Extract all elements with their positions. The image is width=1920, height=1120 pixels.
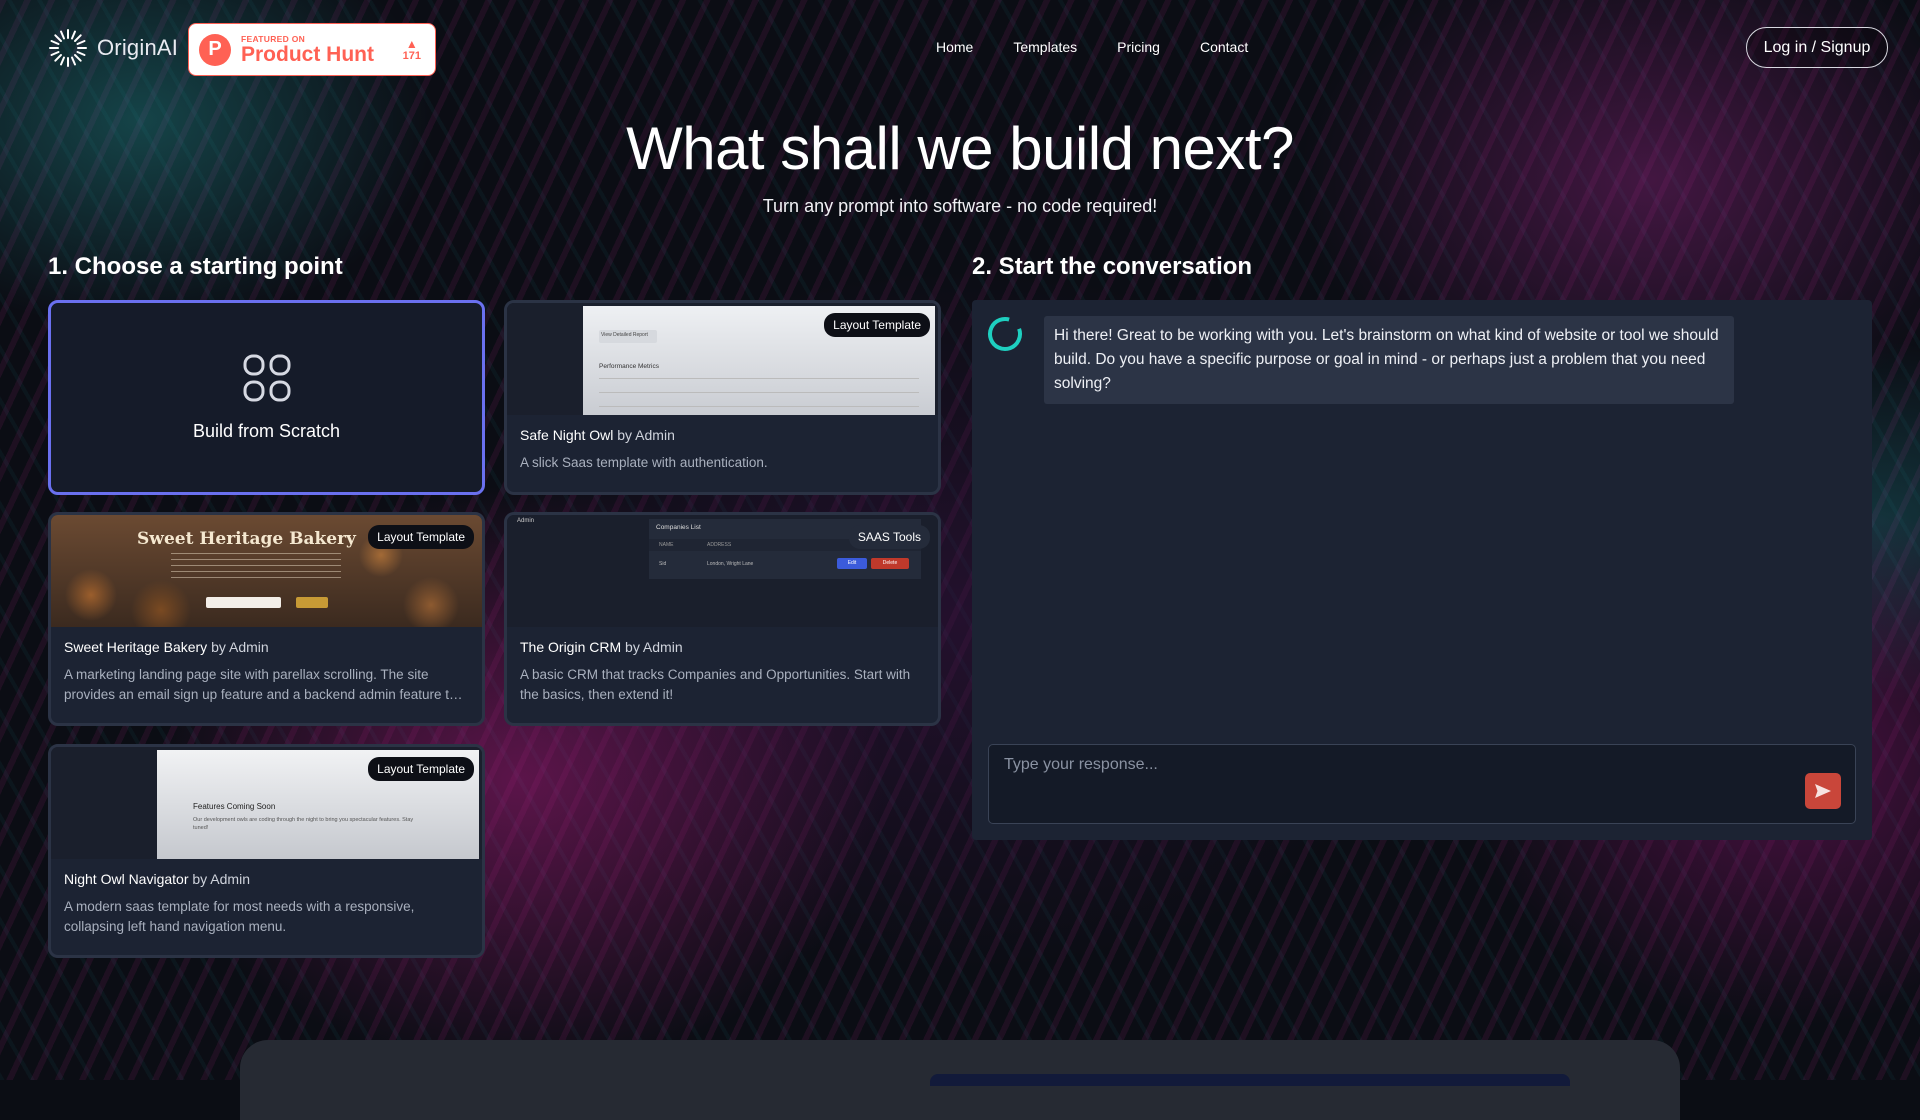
send-icon bbox=[1815, 784, 1831, 798]
template-thumbnail: Admin Companies List NAME ADDRESS Sid Lo… bbox=[507, 515, 938, 627]
chat-response-input[interactable] bbox=[989, 745, 1749, 821]
thumb-divider bbox=[599, 406, 919, 407]
template-badge: Layout Template bbox=[368, 525, 474, 549]
bottom-panel bbox=[240, 1040, 1680, 1120]
template-badge: Layout Template bbox=[824, 313, 930, 337]
template-name: The Origin CRM bbox=[520, 639, 622, 655]
thumb-email-input bbox=[206, 597, 281, 608]
brand-name: OriginAI bbox=[97, 35, 179, 60]
template-author: by Admin bbox=[192, 871, 250, 887]
chat-panel: Hi there! Great to be working with you. … bbox=[972, 300, 1872, 840]
template-card-safe-night-owl[interactable]: View Detailed Report Performance Metrics… bbox=[504, 300, 941, 495]
nav-pricing[interactable]: Pricing bbox=[1117, 39, 1160, 55]
send-button[interactable] bbox=[1805, 773, 1841, 809]
product-hunt-badge[interactable]: P FEATURED ON Product Hunt ▲ 171 bbox=[188, 23, 436, 76]
template-description: A slick Saas template with authenticatio… bbox=[520, 455, 768, 470]
build-from-scratch-label: Build from Scratch bbox=[192, 421, 341, 441]
template-description: A modern saas template for most needs wi… bbox=[64, 899, 415, 934]
template-thumbnail: Sweet Heritage Bakery Layout Template bbox=[51, 515, 482, 627]
thumb-text-lines bbox=[171, 553, 341, 583]
template-author: by Admin bbox=[625, 639, 683, 655]
product-hunt-name: Product Hunt bbox=[241, 42, 374, 66]
hero-subtitle: Turn any prompt into software - no code … bbox=[762, 196, 1158, 216]
template-card-origin-crm[interactable]: Admin Companies List NAME ADDRESS Sid Lo… bbox=[504, 512, 941, 726]
thumb-divider bbox=[599, 378, 919, 379]
main-nav: Home Templates Pricing Contact bbox=[936, 39, 1248, 55]
thumb-row-address: London, Wright Lane bbox=[707, 561, 754, 567]
thumb-heading: Features Coming Soon bbox=[193, 802, 276, 811]
thumb-delete-button: Delete bbox=[871, 558, 909, 569]
assistant-message: Hi there! Great to be working with you. … bbox=[1044, 316, 1734, 404]
product-hunt-votes: 171 bbox=[402, 49, 421, 62]
thumb-table-title: Companies List bbox=[656, 524, 701, 531]
grid-icon bbox=[243, 354, 290, 402]
step2-title: 2. Start the conversation bbox=[972, 253, 1253, 280]
template-thumbnail: Features Coming Soon Our development owl… bbox=[51, 747, 482, 859]
brand-logo[interactable]: OriginAI bbox=[47, 27, 178, 69]
nav-templates[interactable]: Templates bbox=[1013, 39, 1077, 55]
origin-logo-icon bbox=[49, 29, 87, 67]
thumb-report-button: View Detailed Report bbox=[599, 330, 657, 343]
chat-input-box bbox=[988, 744, 1856, 824]
thumb-edit-button: Edit bbox=[837, 558, 867, 569]
template-author: by Admin bbox=[617, 427, 675, 443]
thumb-row-name: Sid bbox=[659, 561, 667, 567]
thumb-col-address: ADDRESS bbox=[707, 542, 732, 548]
template-badge: Layout Template bbox=[368, 757, 474, 781]
thumb-admin-label: Admin bbox=[517, 518, 535, 524]
login-signup-button[interactable]: Log in / Signup bbox=[1746, 27, 1888, 68]
template-card-sweet-heritage-bakery[interactable]: Sweet Heritage Bakery Layout Template Sw… bbox=[48, 512, 485, 726]
nav-home[interactable]: Home bbox=[936, 39, 973, 55]
thumb-col-name: NAME bbox=[659, 542, 674, 548]
template-description: A basic CRM that tracks Companies and Op… bbox=[520, 667, 911, 702]
template-name: Sweet Heritage Bakery bbox=[64, 639, 208, 655]
template-description: A marketing landing page site with parel… bbox=[64, 667, 457, 702]
thumb-divider bbox=[599, 392, 919, 393]
thumb-body: Our development owls are coding through … bbox=[193, 817, 414, 831]
template-name: Safe Night Owl bbox=[520, 427, 614, 443]
hero-title: What shall we build next? bbox=[626, 115, 1294, 182]
assistant-avatar-icon bbox=[988, 317, 1022, 351]
template-author: by Admin bbox=[211, 639, 269, 655]
template-card-night-owl-navigator[interactable]: Features Coming Soon Our development owl… bbox=[48, 744, 485, 958]
nav-contact[interactable]: Contact bbox=[1200, 39, 1248, 55]
step1-title: 1. Choose a starting point bbox=[48, 253, 343, 280]
template-thumbnail: View Detailed Report Performance Metrics… bbox=[507, 303, 938, 415]
build-from-scratch-card[interactable]: Build from Scratch bbox=[48, 300, 485, 495]
bottom-panel-inner bbox=[930, 1074, 1570, 1086]
thumb-signup-button bbox=[296, 597, 328, 608]
product-hunt-featured-label: FEATURED ON bbox=[241, 33, 306, 44]
template-name: Night Owl Navigator bbox=[64, 871, 189, 887]
template-badge: SAAS Tools bbox=[848, 525, 930, 549]
thumb-sidebar bbox=[507, 303, 583, 415]
product-hunt-icon: P bbox=[199, 33, 231, 66]
upvote-arrow-icon: ▲ bbox=[405, 36, 418, 51]
thumb-section-title: Performance Metrics bbox=[599, 363, 659, 370]
